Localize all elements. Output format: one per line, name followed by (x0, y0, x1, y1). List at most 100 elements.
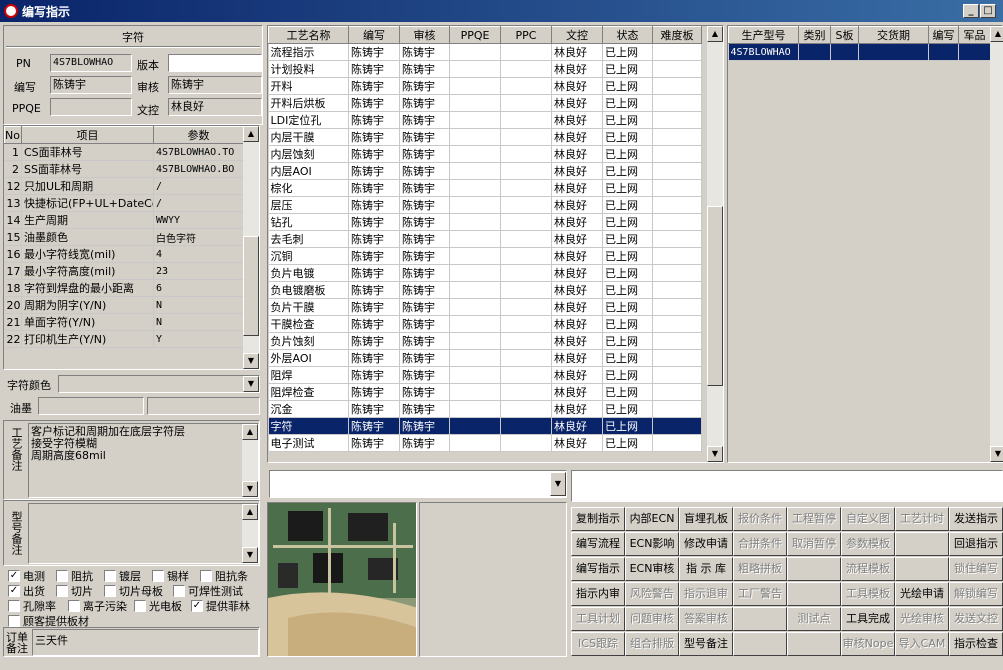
action-button[interactable]: 指示检查 (949, 632, 1003, 656)
action-button[interactable]: 工具模板 (841, 582, 895, 606)
wenkong-field[interactable]: 林良好 (168, 98, 262, 116)
action-button[interactable]: 工具完成 (841, 607, 895, 631)
action-button[interactable]: 内部ECN (625, 507, 679, 531)
action-button[interactable] (895, 532, 949, 556)
action-button[interactable]: 修改申请 (679, 532, 733, 556)
action-button[interactable]: 指示内审 (571, 582, 625, 606)
action-button[interactable]: 导入CAM (895, 632, 949, 656)
version-field[interactable] (168, 54, 262, 72)
param-row[interactable]: 12 只加UL和周期 / (4, 177, 244, 195)
checkbox-empty-icon[interactable] (8, 600, 20, 612)
checkbox-empty-icon[interactable] (173, 585, 185, 597)
process-row[interactable]: 干膜检查 陈铸宇 陈铸宇 林良好 已上网 (268, 315, 702, 333)
model-col-1[interactable]: 类别 (798, 26, 831, 44)
process-scrollbar[interactable]: ▲ ▼ (707, 26, 723, 462)
check-icon[interactable]: ✓ (8, 585, 20, 597)
action-button[interactable]: 自定义图 (841, 507, 895, 531)
action-button[interactable] (787, 557, 841, 581)
checkbox-empty-icon[interactable] (8, 615, 20, 627)
ink-field-1[interactable] (38, 397, 144, 415)
param-col-value[interactable]: 参数 (153, 126, 244, 144)
model-table[interactable]: 生产型号 类别 S板 交货期 编写 军品 4S7BLOWHAO ▲ ▼ (727, 25, 1003, 463)
param-row[interactable]: 21 单面字符(Y/N) N (4, 313, 244, 331)
model-col-4[interactable]: 编写 (928, 26, 959, 44)
process-row[interactable]: 层压 陈铸宇 陈铸宇 林良好 已上网 (268, 196, 702, 214)
ppqe-field[interactable] (50, 98, 132, 116)
checkbox-option[interactable]: 锡样 (152, 568, 189, 584)
process-col-7[interactable]: 难度板 (652, 26, 702, 44)
checkbox-empty-icon[interactable] (56, 585, 68, 597)
checkbox-option[interactable]: 阻抗 (56, 568, 93, 584)
action-button[interactable]: 取消暂停 (787, 532, 841, 556)
process-row[interactable]: 负电镀磨板 陈铸宇 陈铸宇 林良好 已上网 (268, 281, 702, 299)
action-button[interactable]: 工程暂停 (787, 507, 841, 531)
action-button[interactable]: 答案审核 (679, 607, 733, 631)
checkbox-option[interactable]: 可焊性测试 (173, 583, 243, 599)
action-button[interactable]: 粗略拼板 (733, 557, 787, 581)
action-button[interactable]: 流程模板 (841, 557, 895, 581)
action-button[interactable]: 工具计划 (571, 607, 625, 631)
process-row[interactable]: 电子测试 陈铸宇 陈铸宇 林良好 已上网 (268, 434, 702, 452)
action-button[interactable] (733, 632, 787, 656)
process-row[interactable]: 阻焊 陈铸宇 陈铸宇 林良好 已上网 (268, 366, 702, 384)
ink-field-2[interactable] (147, 397, 260, 415)
action-button[interactable]: ECN审核 (625, 557, 679, 581)
process-row[interactable]: 内层干膜 陈铸宇 陈铸宇 林良好 已上网 (268, 128, 702, 146)
check-icon[interactable]: ✓ (191, 600, 203, 612)
action-button[interactable]: 光绘申请 (895, 582, 949, 606)
process-row[interactable]: 沉金 陈铸宇 陈铸宇 林良好 已上网 (268, 400, 702, 418)
process-row[interactable]: LDI定位孔 陈铸宇 陈铸宇 林良好 已上网 (268, 111, 702, 129)
minimize-button[interactable]: _ (963, 4, 979, 18)
param-row[interactable]: 22 打印机生产(Y/N) Y (4, 330, 244, 348)
order-note-text[interactable]: 三天件 (32, 629, 259, 656)
process-row[interactable]: 开料 陈铸宇 陈铸宇 林良好 已上网 (268, 77, 702, 95)
model-scrollbar[interactable]: ▲ ▼ (990, 26, 1003, 462)
checkbox-option[interactable]: ✓ 出货 (8, 583, 45, 599)
action-button[interactable]: 锁住编写 (949, 557, 1003, 581)
action-button[interactable]: 发送文控 (949, 607, 1003, 631)
model-note-text[interactable] (28, 503, 259, 564)
checkbox-empty-icon[interactable] (68, 600, 80, 612)
action-button[interactable]: 报价条件 (733, 507, 787, 531)
param-col-no[interactable]: No (4, 126, 22, 144)
action-button[interactable]: 编写指示 (571, 557, 625, 581)
action-button[interactable]: 测试点 (787, 607, 841, 631)
scroll-up-icon[interactable]: ▲ (242, 424, 258, 440)
command-field[interactable] (571, 470, 1003, 502)
action-button[interactable]: 风险警告 (625, 582, 679, 606)
model-col-2[interactable]: S板 (830, 26, 859, 44)
param-row[interactable]: 1 CS面菲林号 4S7BLOWHAO.TO (4, 143, 244, 161)
process-row[interactable]: 阻焊检查 陈铸宇 陈铸宇 林良好 已上网 (268, 383, 702, 401)
process-row[interactable]: 去毛刺 陈铸宇 陈铸宇 林良好 已上网 (268, 230, 702, 248)
action-button[interactable]: 组合排版 (625, 632, 679, 656)
checkbox-empty-icon[interactable] (104, 570, 116, 582)
param-row[interactable]: 13 快捷标记(FP+UL+DateCo / (4, 194, 244, 212)
process-row[interactable]: 字符 陈铸宇 陈铸宇 林良好 已上网 (268, 417, 702, 435)
process-row[interactable]: 负片电镀 陈铸宇 陈铸宇 林良好 已上网 (268, 264, 702, 282)
action-button[interactable]: 工厂警告 (733, 582, 787, 606)
process-row[interactable]: 流程指示 陈铸宇 陈铸宇 林良好 已上网 (268, 43, 702, 61)
process-col-6[interactable]: 状态 (602, 26, 653, 44)
action-button[interactable] (733, 607, 787, 631)
param-table[interactable]: No 项目 参数 1 CS面菲林号 4S7BLOWHAO.TO 2 SS面菲林号 4S7B… (3, 125, 260, 370)
scroll-up-icon[interactable]: ▲ (990, 26, 1003, 42)
param-col-item[interactable]: 项目 (21, 126, 154, 144)
action-button[interactable]: 审核Nope (841, 632, 895, 656)
param-row[interactable]: 16 最小字符线宽(mil) 4 (4, 245, 244, 263)
param-row[interactable]: 14 生产周期 WWYY (4, 211, 244, 229)
action-button[interactable]: 编写流程 (571, 532, 625, 556)
scroll-up-icon[interactable]: ▲ (242, 504, 258, 520)
checkbox-empty-icon[interactable] (134, 600, 146, 612)
process-row[interactable]: 开料后烘板 陈铸宇 陈铸宇 林良好 已上网 (268, 94, 702, 112)
reviewer-field[interactable]: 陈铸宇 (168, 76, 262, 94)
action-button[interactable]: 复制指示 (571, 507, 625, 531)
checkbox-option[interactable]: 光电板 (134, 598, 182, 614)
char-color-select[interactable] (58, 375, 260, 393)
checkbox-empty-icon[interactable] (56, 570, 68, 582)
checkbox-option[interactable]: 阻抗条 (200, 568, 248, 584)
process-col-1[interactable]: 编写 (348, 26, 400, 44)
model-note-scrollbar[interactable]: ▲ ▼ (242, 504, 258, 563)
checkbox-empty-icon[interactable] (104, 585, 116, 597)
scroll-up-icon[interactable]: ▲ (243, 126, 259, 142)
model-row[interactable]: 4S7BLOWHAO (728, 43, 991, 61)
